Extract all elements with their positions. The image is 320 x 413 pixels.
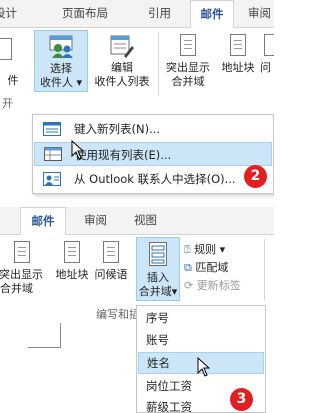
- highlight-merge-fields-button[interactable]: 突出显示 合并域: [162, 30, 214, 92]
- partial-start-mail-merge-button[interactable]: 件: [0, 34, 30, 92]
- button-label: 匹配域: [195, 261, 229, 274]
- update-icon: ⟳: [184, 279, 194, 292]
- document-text-marker: [60, 323, 61, 348]
- document-icon: [14, 241, 30, 263]
- tab-mailings[interactable]: 邮件: [20, 207, 66, 235]
- list-item[interactable]: 账号: [138, 330, 264, 350]
- select-recipients-menu: 键入新列表(N)... 使用现有列表(E)... 从 Outlook 联系人中选…: [32, 114, 274, 194]
- tab-view[interactable]: 视图: [134, 207, 157, 235]
- button-label: 地址块: [221, 61, 255, 74]
- button-label: 规则: [194, 243, 217, 256]
- button-label-line2: 收件人 ▾: [39, 76, 83, 89]
- button-label: 件: [7, 74, 19, 87]
- address-block-button[interactable]: 地址块: [218, 30, 258, 92]
- arrow-cursor-icon: [71, 140, 85, 160]
- group-separator: [158, 32, 159, 96]
- menu-item-type-new-list[interactable]: 键入新列表(N)...: [34, 117, 272, 141]
- button-label-line1: 突出显示: [166, 61, 210, 74]
- list-item-label: 姓名: [147, 356, 170, 370]
- button-label-line2: 合并域▾: [138, 285, 178, 298]
- panel-insert-merge-field: 邮件 审阅 视图 突出显示 合并域 地址块 问候语 插入 合并域▾ ⍰ 规则 ▾…: [0, 207, 274, 413]
- button-label-line2: 合并域: [0, 282, 33, 295]
- select-recipients-button[interactable]: 选择 收件人 ▾: [34, 30, 88, 92]
- document-icon: [230, 34, 246, 56]
- rules-icon: ⍰: [184, 243, 191, 256]
- menu-item-label: 使用现有列表(E)...: [75, 148, 172, 162]
- panel-select-recipients: 设计 页面布局 引用 邮件 审阅 件 选择 收件人 ▾: [0, 0, 274, 200]
- list-item-label: 序号: [146, 311, 169, 325]
- group-label: 开: [2, 97, 13, 110]
- button-label: 问候语: [94, 268, 128, 281]
- button-label-line1: 插入: [147, 271, 169, 284]
- button-label-line1: 编辑: [111, 61, 133, 74]
- document-text-marker: [28, 347, 60, 348]
- button-label: 更新标签: [196, 279, 241, 292]
- ribbon-tab-bar: 邮件 审阅 视图: [0, 207, 274, 235]
- tab-review[interactable]: 审阅: [84, 207, 107, 235]
- tab-mailings[interactable]: 邮件: [190, 0, 234, 28]
- button-label-line2: 合并域: [171, 75, 205, 88]
- list-item[interactable]: 序号: [138, 308, 264, 328]
- edit-list-icon: [110, 35, 134, 58]
- merge-field-icon: [149, 242, 167, 266]
- menu-item-label: 键入新列表(N)...: [74, 122, 161, 136]
- step-badge: 2: [244, 165, 267, 188]
- edit-recipient-list-button[interactable]: 编辑 收件人列表: [90, 30, 154, 92]
- list-item-label: 账号: [146, 333, 169, 347]
- outlook-icon: [43, 172, 61, 186]
- button-label-line1: 选择: [50, 62, 72, 75]
- tab-design[interactable]: 设计: [0, 0, 17, 28]
- arrow-cursor-icon: [197, 357, 211, 377]
- match-fields-button[interactable]: ⧉ 匹配域: [184, 259, 228, 275]
- match-fields-icon: ⧉: [184, 261, 192, 274]
- button-label-line1: 突出显示: [0, 268, 43, 281]
- button-label: 地址块: [55, 268, 89, 281]
- panel-divider: [0, 200, 274, 207]
- tab-page-layout[interactable]: 页面布局: [62, 0, 108, 28]
- menu-item-use-existing-list[interactable]: 使用现有列表(E)...: [34, 142, 272, 166]
- button-label-line2: 收件人列表: [94, 75, 150, 88]
- document-icon: [180, 34, 196, 56]
- tab-references[interactable]: 引用: [148, 0, 171, 28]
- ribbon-tab-bar: 设计 页面布局 引用 邮件 审阅: [0, 0, 274, 28]
- document-icon: [0, 38, 12, 60]
- group-separator: [264, 239, 265, 301]
- document-icon: [264, 34, 274, 56]
- menu-item-outlook-contacts[interactable]: 从 Outlook 联系人中选择(O)...: [34, 167, 272, 191]
- highlight-merge-fields-button[interactable]: 突出显示 合并域: [0, 239, 48, 299]
- update-labels-button[interactable]: ⟳ 更新标签: [184, 277, 241, 293]
- tab-review[interactable]: 审阅: [248, 0, 271, 28]
- table-icon: [44, 147, 62, 161]
- step-badge: 3: [230, 388, 253, 411]
- address-block-button[interactable]: 地址块: [54, 239, 90, 299]
- list-item-label: 岗位工资: [146, 379, 192, 393]
- list-item-label: 薪级工资: [146, 400, 192, 413]
- group-label: 编写和插: [96, 308, 140, 321]
- document-icon: [103, 241, 119, 263]
- document-icon: [64, 241, 80, 263]
- greeting-line-button[interactable]: 问候语: [92, 239, 130, 299]
- greeting-line-button-partial[interactable]: 问: [260, 30, 274, 92]
- table-new-icon: [43, 122, 61, 136]
- button-label: 问: [260, 61, 271, 74]
- insert-merge-field-button[interactable]: 插入 合并域▾: [136, 237, 180, 301]
- people-icon: [49, 35, 73, 58]
- menu-item-label: 从 Outlook 联系人中选择(O)...: [74, 172, 236, 186]
- rules-button[interactable]: ⍰ 规则 ▾: [184, 241, 225, 257]
